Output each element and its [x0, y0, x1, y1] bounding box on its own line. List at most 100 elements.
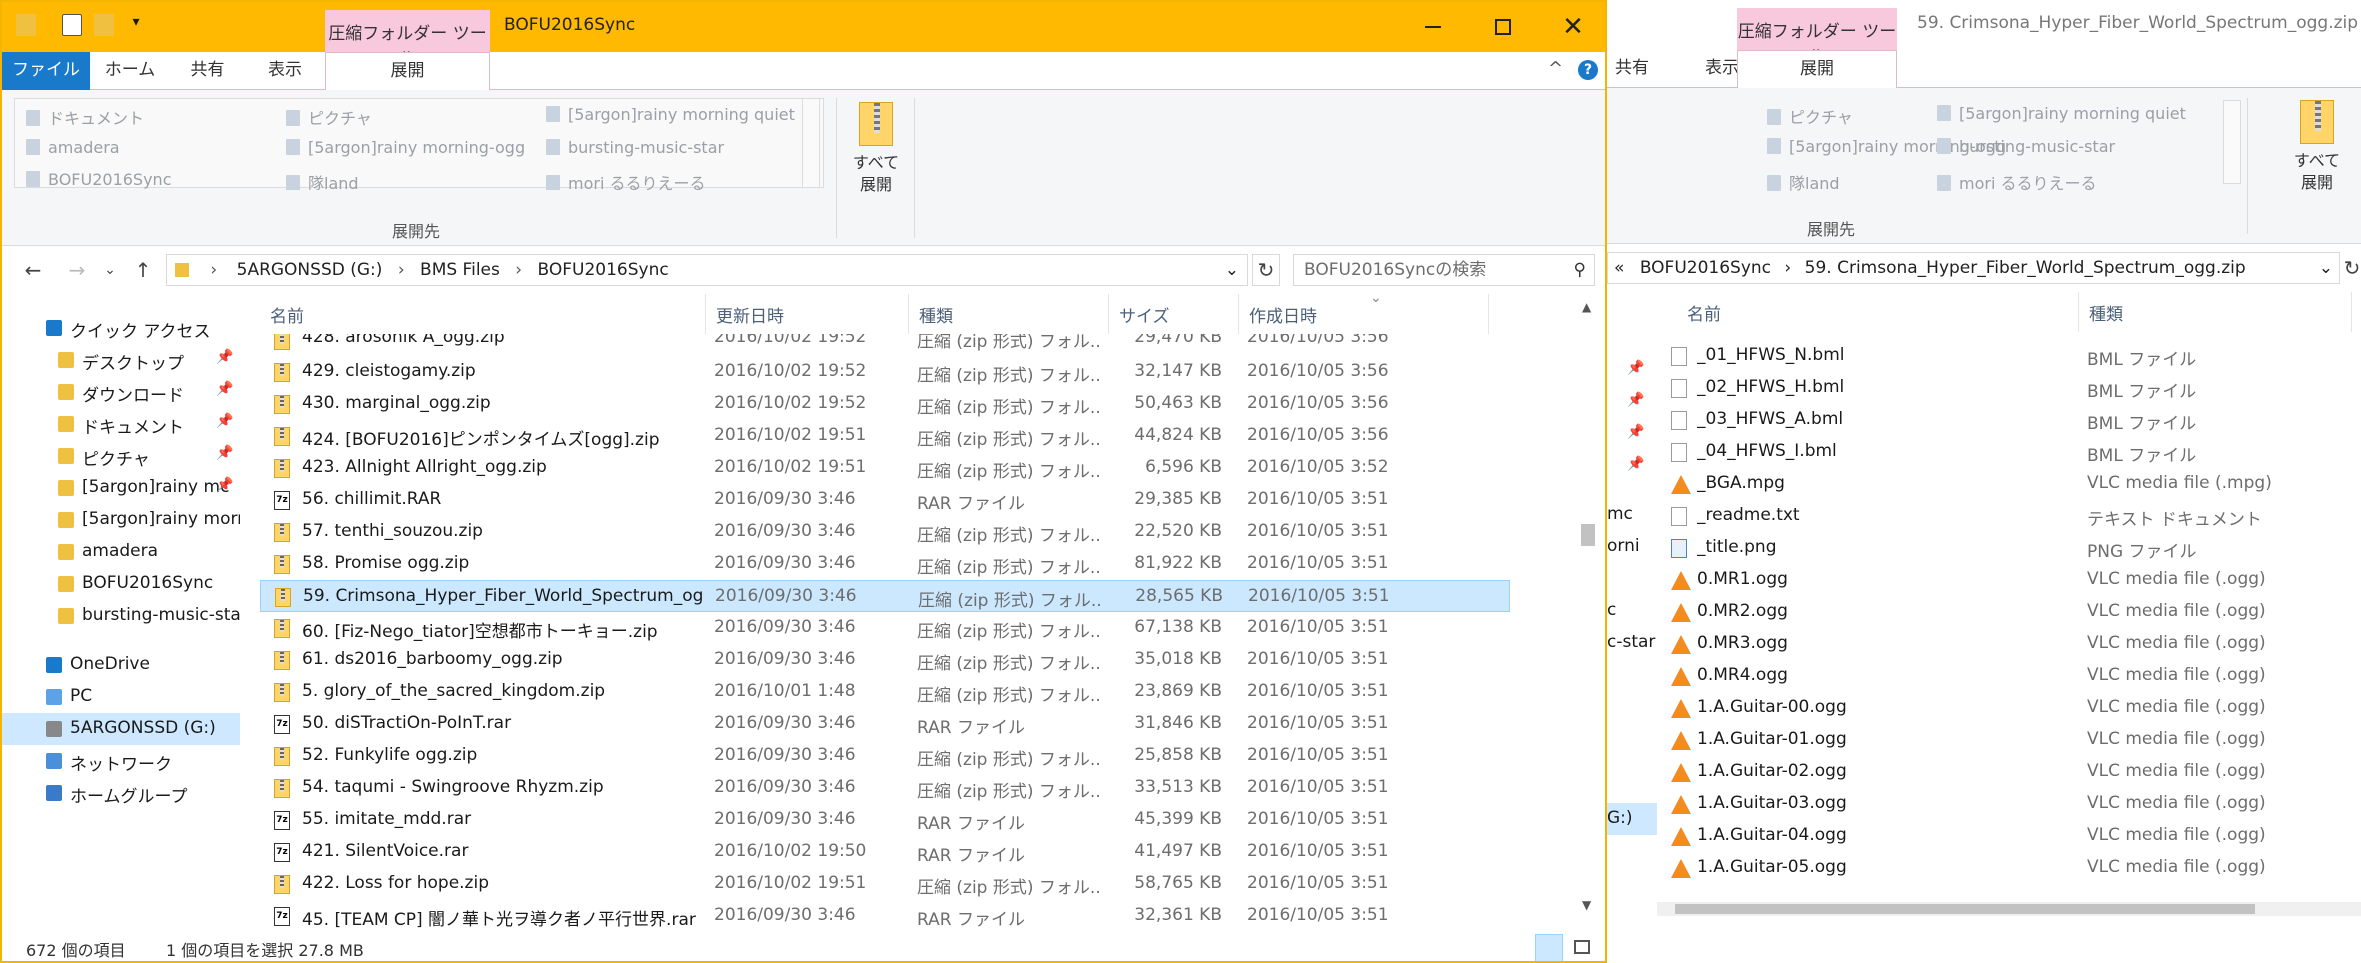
file-row[interactable]: _readme.txt テキスト ドキュメント — [1657, 500, 2357, 532]
file-row[interactable]: 1.A.Guitar-04.ogg VLC media file (.ogg) — [1657, 820, 2357, 852]
file-row[interactable]: 57. tenthi_souzou.zip 2016/09/30 3:46 圧縮 (… — [260, 516, 1510, 548]
gallery-item[interactable]: 隊land — [286, 170, 359, 190]
gallery-item[interactable]: mori るるりえーる — [1937, 170, 2097, 194]
file-row[interactable]: 59. Crimsona_Hyper_Fiber_World_Spectrum_… — [260, 580, 1510, 612]
file-row[interactable]: 1.A.Guitar-03.ogg VLC media file (.ogg) — [1657, 788, 2357, 820]
compressed-folder-tools-tab[interactable]: 圧縮フォルダー ツール — [325, 10, 490, 69]
minimize-button[interactable] — [1398, 2, 1468, 52]
gallery-scrollbar[interactable] — [802, 98, 820, 188]
file-row[interactable]: _BGA.mpg VLC media file (.mpg) — [1657, 468, 2357, 500]
gallery-item[interactable]: bursting-music-star — [1937, 137, 2115, 156]
chevron-right-icon[interactable]: › — [200, 255, 217, 285]
file-row[interactable]: 1.A.Guitar-02.ogg VLC media file (.ogg) — [1657, 756, 2357, 788]
file-row[interactable]: 58. Promise ogg.zip 2016/09/30 3:46 圧縮 (zi… — [260, 548, 1510, 580]
file-row[interactable]: 61. ds2016_barboomy_ogg.zip 2016/09/30 3:… — [260, 644, 1510, 676]
file-row[interactable]: 429. cleistogamy.zip 2016/10/02 19:52 圧縮 (… — [260, 356, 1510, 388]
tab-home[interactable]: ホーム — [90, 52, 170, 90]
vertical-scrollbar[interactable]: ▲ ▼ — [1578, 294, 1598, 918]
file-row[interactable]: _03_HFWS_A.bml BML ファイル — [1657, 404, 2357, 436]
new-folder-icon[interactable] — [94, 14, 114, 36]
file-row[interactable]: 1.A.Guitar-01.ogg VLC media file (.ogg) — [1657, 724, 2357, 756]
search-icon[interactable]: ⚲ — [1574, 255, 1586, 285]
nav-fragment[interactable]: c — [1607, 600, 1616, 620]
horizontal-scrollbar[interactable] — [1657, 902, 2361, 916]
nav-item[interactable]: 5ARGONSSD (G:) — [2, 713, 240, 745]
tab-share[interactable]: 共有 — [170, 52, 245, 90]
nav-item[interactable]: BOFU2016Sync — [2, 568, 240, 600]
address-bar[interactable]: › 5ARGONSSD (G:) › BMS Files › BOFU2016S… — [166, 254, 1248, 286]
nav-item[interactable]: クイック アクセス — [2, 312, 240, 344]
address-bar[interactable]: « BOFU2016Sync › 59. Crimsona_Hyper_Fibe… — [1607, 252, 2340, 284]
tab-file[interactable]: ファイル — [2, 52, 90, 90]
details-view-icon[interactable] — [1535, 934, 1563, 961]
file-row[interactable]: _04_HFWS_I.bml BML ファイル — [1657, 436, 2357, 468]
pin-icon[interactable]: 📌 — [216, 349, 233, 365]
file-row[interactable]: 0.MR2.ogg VLC media file (.ogg) — [1657, 596, 2357, 628]
nav-selected-fragment[interactable]: G:) — [1607, 803, 1657, 835]
nav-fragment[interactable]: mc — [1607, 504, 1633, 524]
nav-item[interactable]: ドキュメント 📌 — [2, 408, 240, 440]
file-row[interactable]: 0.MR4.ogg VLC media file (.ogg) — [1657, 660, 2357, 692]
column-compressed[interactable]: 圧 — [2352, 292, 2361, 332]
nav-item[interactable]: デスクトップ 📌 — [2, 344, 240, 376]
gallery-item[interactable]: ピクチャ — [1767, 104, 1853, 128]
file-row[interactable]: 1.A.Guitar-00.ogg VLC media file (.ogg) — [1657, 692, 2357, 724]
gallery-item[interactable]: [5argon]rainy morning quiet — [1937, 104, 2186, 123]
nav-item[interactable]: [5argon]rainy morni — [2, 504, 240, 536]
nav-item[interactable]: ピクチャ 📌 — [2, 440, 240, 472]
file-row[interactable]: 7z 55. imitate_mdd.rar 2016/09/30 3:46 RAR … — [260, 804, 1510, 836]
chevron-right-icon[interactable]: › — [505, 255, 522, 285]
refresh-icon[interactable]: ↻ — [1252, 254, 1280, 286]
chevron-right-icon[interactable]: › — [388, 255, 405, 285]
gallery-item[interactable]: BOFU2016Sync — [26, 170, 171, 190]
tab-extract[interactable]: 展開 — [325, 52, 490, 91]
gallery-item[interactable]: bursting-music-star — [546, 138, 724, 157]
file-row[interactable]: 424. [BOFU2016]ピンポンタイムズ[ogg].zip 2016/10/… — [260, 420, 1510, 452]
search-input[interactable]: BOFU2016Syncの検索 ⚲ — [1293, 254, 1595, 286]
scroll-up-icon[interactable]: ▲ — [1582, 300, 1591, 314]
back-arrow-icon[interactable]: ← — [16, 246, 50, 294]
file-row[interactable]: 5. glory_of_the_sacred_kingdom.zip 2016/1… — [260, 676, 1510, 708]
file-row[interactable]: 0.MR3.ogg VLC media file (.ogg) — [1657, 628, 2357, 660]
large-icons-view-icon[interactable] — [1568, 934, 1596, 961]
gallery-item[interactable]: ピクチャ — [286, 105, 372, 129]
file-row[interactable]: 7z 421. SilentVoice.rar 2016/10/02 19:50 RA… — [260, 836, 1510, 868]
breadcrumb-item[interactable]: 59. Crimsona_Hyper_Fiber_World_Spectrum_… — [1797, 253, 2246, 283]
folder-icon[interactable] — [16, 14, 36, 36]
tab-extract[interactable]: 展開 — [1737, 50, 1897, 89]
column-type[interactable]: 種類 — [2079, 292, 2352, 332]
help-icon[interactable]: ? — [1578, 60, 1598, 80]
pin-icon[interactable]: 📌 — [216, 413, 233, 429]
breadcrumb-overflow[interactable]: « — [1608, 253, 1624, 283]
nav-item[interactable]: ホームグループ — [2, 777, 240, 809]
collapse-ribbon-icon[interactable]: ^ — [1548, 58, 1563, 79]
file-row[interactable]: 423. Allnight Allright_ogg.zip 2016/10/02… — [260, 452, 1510, 484]
file-row[interactable]: 54. taqumi - Swingroove Rhyzm.zip 2016/09… — [260, 772, 1510, 804]
breadcrumb-item[interactable]: BOFU2016Sync — [528, 255, 669, 285]
file-row[interactable]: 428. arosonik A_ogg.zip 2016/10/02 19:52 圧… — [260, 334, 1510, 356]
pin-icon[interactable]: 📌 — [216, 445, 233, 461]
column-modified[interactable]: 更新日時 — [706, 294, 909, 334]
breadcrumb-item[interactable]: BMS Files — [410, 255, 500, 285]
nav-fragment[interactable]: c-star — [1607, 632, 1655, 652]
nav-item[interactable]: amadera — [2, 536, 240, 568]
extract-all-button[interactable]: すべて 展開 — [2267, 100, 2361, 194]
column-name[interactable]: 名前 — [1657, 292, 2079, 332]
gallery-item[interactable]: [5argon]rainy morning-ogg — [286, 138, 525, 157]
file-row[interactable]: 60. [Fiz-Nego_tiator]空想都市トーキョー.zip 2016/0… — [260, 612, 1510, 644]
up-arrow-icon[interactable]: ↑ — [126, 246, 160, 294]
column-created[interactable]: 作成日時 — [1239, 294, 1489, 334]
customize-quick-access-icon[interactable]: ▾ — [126, 14, 146, 36]
close-button[interactable]: ✕ — [1538, 2, 1605, 52]
breadcrumb-item[interactable]: 5ARGONSSD (G:) — [223, 255, 383, 285]
gallery-item[interactable]: ドキュメント — [26, 105, 144, 129]
file-row[interactable]: 422. Loss for hope.zip 2016/10/02 19:51 圧縮… — [260, 868, 1510, 900]
file-row[interactable]: 1.A.Guitar-05.ogg VLC media file (.ogg) — [1657, 852, 2357, 884]
tab-share[interactable]: 共有 — [1607, 50, 1657, 88]
title-bar[interactable]: 圧縮フォルダー ツール 59. Crimsona_Hyper_Fiber_Wor… — [1607, 0, 2361, 67]
nav-item[interactable]: bursting-music-star — [2, 600, 240, 632]
maximize-button[interactable] — [1468, 2, 1538, 52]
nav-fragment[interactable]: orni — [1607, 536, 1640, 556]
file-row[interactable]: _02_HFWS_H.bml BML ファイル — [1657, 372, 2357, 404]
nav-item[interactable]: OneDrive — [2, 649, 240, 681]
